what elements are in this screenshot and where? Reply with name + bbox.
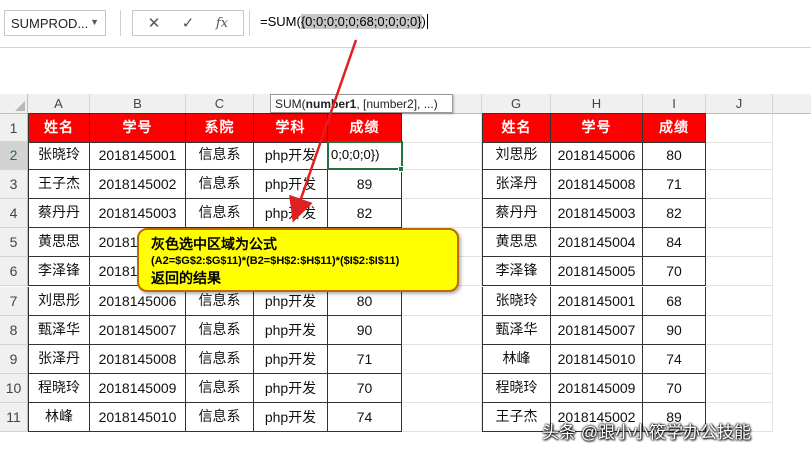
watermark: 头条 @跟小小筱学办公技能 xyxy=(542,423,751,442)
callout-line1: 灰色选中区域为公式 xyxy=(151,236,277,252)
callout-box: 灰色选中区域为公式 (A2=$G$2:$G$11)*(B2=$H$2:$H$11… xyxy=(137,228,459,292)
callout-line3: 返回的结果 xyxy=(151,270,221,286)
callout-line2: (A2=$G$2:$G$11)*(B2=$H$2:$H$11)*($I$2:$I… xyxy=(151,255,400,267)
annotation-arrow xyxy=(289,39,358,223)
